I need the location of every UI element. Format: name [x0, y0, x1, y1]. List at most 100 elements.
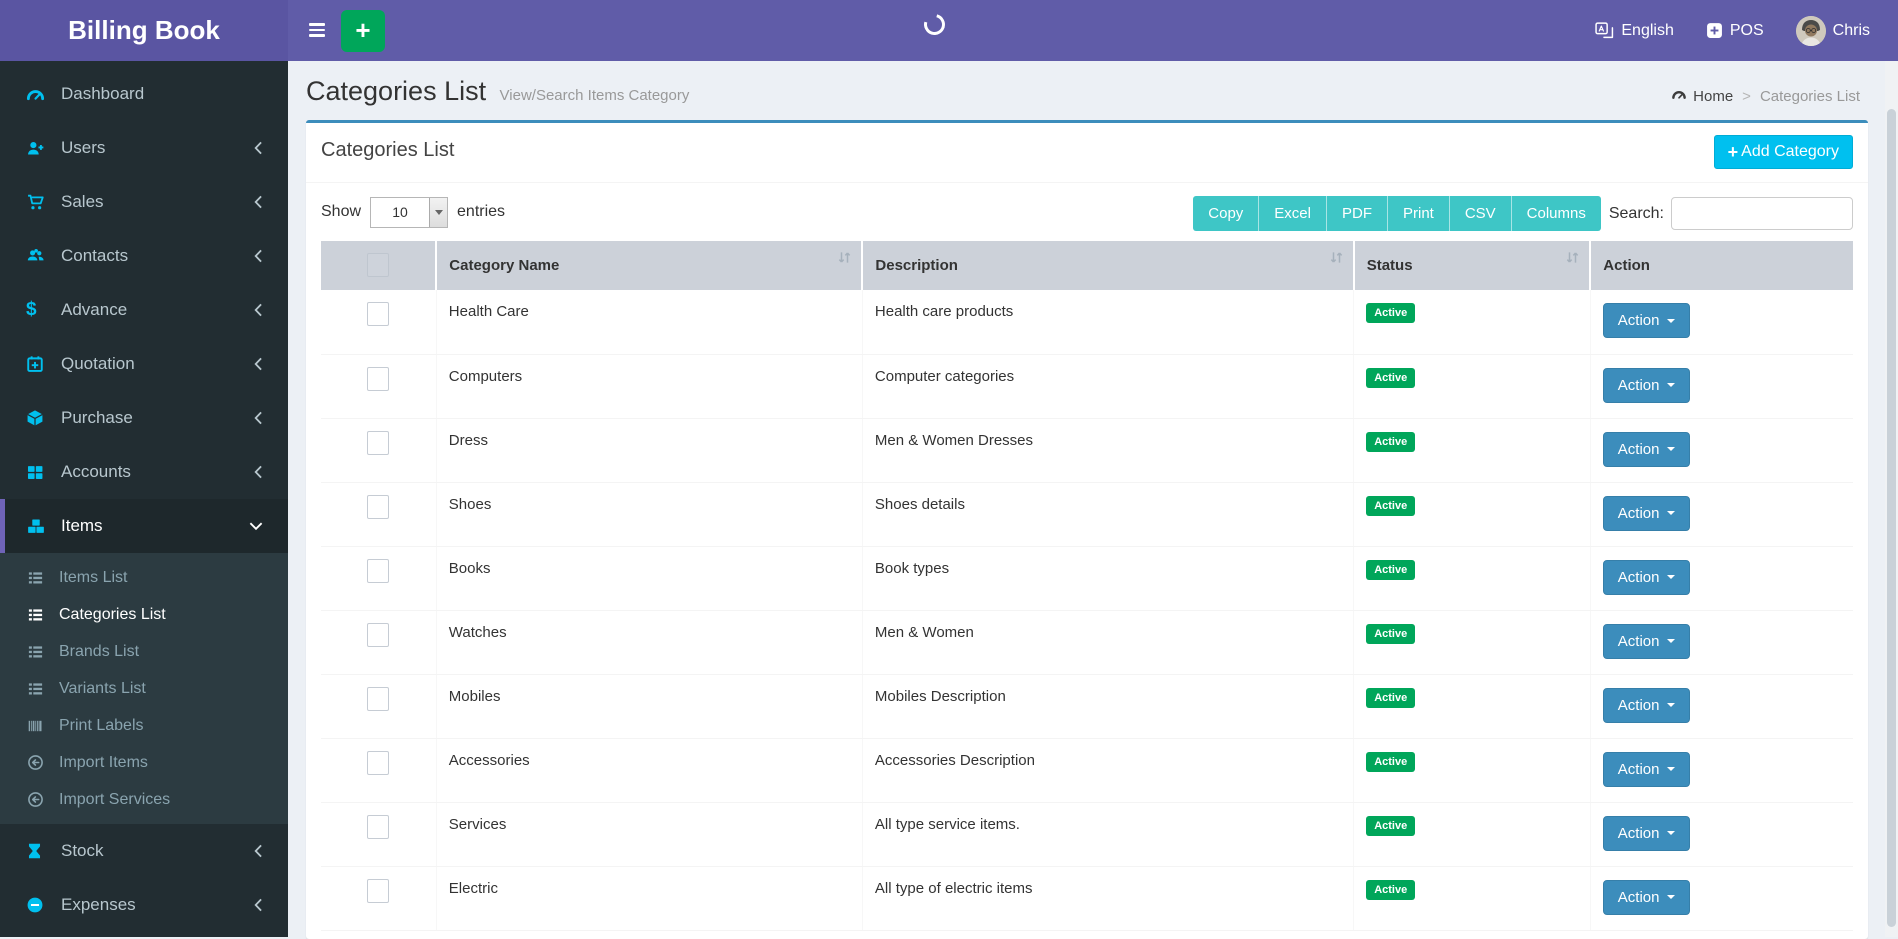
- action-dropdown-button[interactable]: Action: [1603, 880, 1690, 915]
- sidebar-subitem-variants-list[interactable]: Variants List: [0, 670, 288, 707]
- sidebar-subitem-print-labels[interactable]: Print Labels: [0, 707, 288, 744]
- table-row: Accessories Accessories Description Acti…: [321, 738, 1853, 802]
- page-scrollbar[interactable]: [1885, 61, 1898, 937]
- sidebar-item-accounts[interactable]: Accounts: [0, 445, 288, 499]
- user-menu[interactable]: Chris: [1796, 16, 1870, 46]
- sidebar-subitem-categories-list[interactable]: Categories List: [0, 596, 288, 633]
- caret-down-icon: [1667, 447, 1675, 451]
- action-dropdown-button[interactable]: Action: [1603, 560, 1690, 595]
- sidebar-item-label: Accounts: [61, 462, 131, 482]
- row-checkbox[interactable]: [367, 367, 389, 391]
- sidebar: Dashboard Users Sales: [0, 61, 288, 937]
- breadcrumb-home-link[interactable]: Home: [1671, 87, 1733, 106]
- pos-button[interactable]: POS: [1706, 22, 1764, 40]
- page-title: Categories List: [306, 76, 486, 106]
- action-dropdown-button[interactable]: Action: [1603, 368, 1690, 403]
- sidebar-item-advance[interactable]: $ Advance: [0, 283, 288, 337]
- sidebar-subitem-label: Brands List: [59, 643, 139, 661]
- sidebar-item-label: Dashboard: [61, 84, 144, 104]
- row-checkbox[interactable]: [367, 559, 389, 583]
- hourglass-icon: [26, 841, 48, 861]
- plus-icon: +: [355, 17, 370, 43]
- description-cell: Book types: [862, 546, 1353, 610]
- row-checkbox[interactable]: [367, 302, 389, 326]
- description-cell: All type of electric items: [862, 866, 1353, 930]
- description-cell: Computer categories: [862, 354, 1353, 418]
- status-badge: Active: [1366, 368, 1415, 388]
- sidebar-subitem-label: Import Services: [59, 791, 170, 809]
- quick-add-button[interactable]: +: [341, 10, 385, 52]
- search-input[interactable]: [1671, 197, 1853, 230]
- action-dropdown-button[interactable]: Action: [1603, 624, 1690, 659]
- category-name-cell: Health Care: [436, 290, 862, 354]
- sidebar-item-sales[interactable]: Sales: [0, 175, 288, 229]
- sidebar-subitem-items-list[interactable]: Items List: [0, 559, 288, 596]
- caret-down-icon: [1667, 703, 1675, 707]
- action-dropdown-button[interactable]: Action: [1603, 688, 1690, 723]
- add-category-button[interactable]: + Add Category: [1714, 135, 1853, 169]
- action-dropdown-button[interactable]: Action: [1603, 496, 1690, 531]
- row-checkbox[interactable]: [367, 815, 389, 839]
- plus-square-icon: [1706, 22, 1723, 39]
- export-print-button[interactable]: Print: [1388, 196, 1450, 231]
- category-name-cell: Services: [436, 802, 862, 866]
- sidebar-subitem-brands-list[interactable]: Brands List: [0, 633, 288, 670]
- action-dropdown-button[interactable]: Action: [1603, 303, 1690, 338]
- table-header-row: Category Name Description Status Action: [321, 241, 1853, 290]
- cube-icon: [26, 408, 48, 428]
- row-checkbox[interactable]: [367, 623, 389, 647]
- app-logo[interactable]: Billing Book: [0, 0, 288, 61]
- row-checkbox[interactable]: [367, 495, 389, 519]
- sidebar-item-label: Purchase: [61, 408, 133, 428]
- language-label: English: [1621, 22, 1673, 40]
- export-excel-button[interactable]: Excel: [1259, 196, 1327, 231]
- column-header-category-name[interactable]: Category Name: [436, 241, 862, 290]
- select-dropdown-button[interactable]: [429, 198, 447, 227]
- table-row: Computers Computer categories Active Act…: [321, 354, 1853, 418]
- action-dropdown-button[interactable]: Action: [1603, 432, 1690, 467]
- sidebar-item-users[interactable]: Users: [0, 121, 288, 175]
- categories-table: Category Name Description Status Action: [321, 241, 1853, 931]
- scrollbar-thumb[interactable]: [1887, 109, 1896, 927]
- action-dropdown-button[interactable]: Action: [1603, 752, 1690, 787]
- sidebar-item-items[interactable]: Items: [0, 499, 288, 553]
- export-csv-button[interactable]: CSV: [1450, 196, 1512, 231]
- sidebar-item-dashboard[interactable]: Dashboard: [0, 67, 288, 121]
- row-checkbox[interactable]: [367, 687, 389, 711]
- sidebar-subitem-import-items[interactable]: Import Items: [0, 744, 288, 781]
- select-all-checkbox[interactable]: [367, 253, 389, 277]
- description-cell: Accessories Description: [862, 738, 1353, 802]
- row-checkbox[interactable]: [367, 431, 389, 455]
- columns-visibility-button[interactable]: Columns: [1512, 196, 1601, 231]
- minus-circle-icon: [26, 895, 48, 915]
- sidebar-toggle-hamburger-icon[interactable]: [303, 16, 331, 44]
- category-name-cell: Dress: [436, 418, 862, 482]
- row-checkbox[interactable]: [367, 879, 389, 903]
- entries-select[interactable]: 10: [370, 197, 448, 228]
- sidebar-item-expenses[interactable]: Expenses: [0, 878, 288, 932]
- status-badge: Active: [1366, 432, 1415, 452]
- sidebar-item-label: Sales: [61, 192, 104, 212]
- export-copy-button[interactable]: Copy: [1193, 196, 1259, 231]
- user-avatar: [1796, 16, 1826, 46]
- action-dropdown-button[interactable]: Action: [1603, 816, 1690, 851]
- row-checkbox[interactable]: [367, 751, 389, 775]
- sidebar-item-stock[interactable]: Stock: [0, 824, 288, 878]
- sidebar-item-contacts[interactable]: Contacts: [0, 229, 288, 283]
- category-name-cell: Accessories: [436, 738, 862, 802]
- export-pdf-button[interactable]: PDF: [1327, 196, 1388, 231]
- language-menu[interactable]: English: [1595, 22, 1673, 40]
- sidebar-subitem-import-services[interactable]: Import Services: [0, 781, 288, 818]
- sidebar-item-label: Advance: [61, 300, 127, 320]
- column-header-description[interactable]: Description: [862, 241, 1353, 290]
- chevron-left-icon: [254, 898, 263, 912]
- import-arrow-circle-icon: [27, 753, 47, 773]
- column-header-action: Action: [1590, 241, 1853, 290]
- breadcrumb-separator: >: [1742, 88, 1751, 105]
- column-header-status[interactable]: Status: [1354, 241, 1591, 290]
- sidebar-item-quotation[interactable]: Quotation: [0, 337, 288, 391]
- sidebar-item-purchase[interactable]: Purchase: [0, 391, 288, 445]
- loading-spinner-icon: [920, 10, 949, 39]
- caret-down-icon: [1667, 639, 1675, 643]
- plus-icon: +: [1728, 143, 1739, 161]
